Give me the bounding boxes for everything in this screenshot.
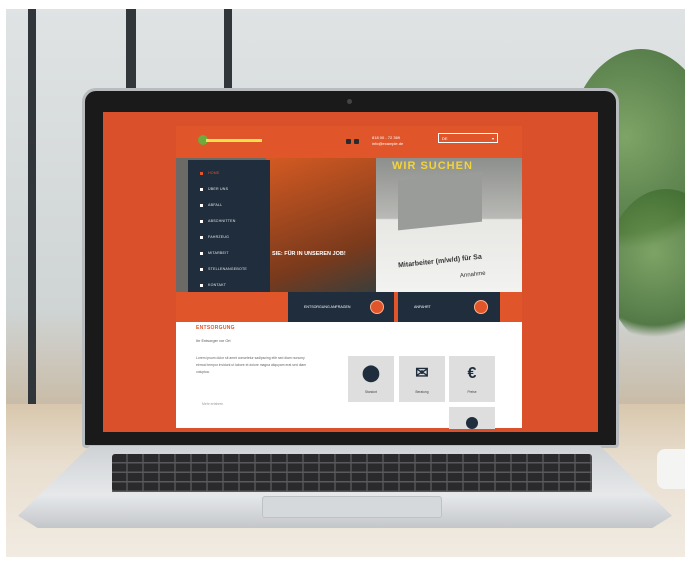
section-title: ENTSORGUNG — [196, 325, 235, 331]
cta-entsorgung-label: ENTSORGUNG ANFRAGEN — [304, 305, 351, 309]
phone-icon[interactable] — [346, 139, 351, 144]
section-body: Lorem ipsum dolor sit amet consetetur sa… — [196, 356, 307, 374]
hero-truck — [266, 158, 376, 292]
chevron-down-icon: ▾ — [491, 136, 494, 141]
nav-item-ueber-uns[interactable]: ÜBER UNS — [200, 187, 266, 194]
language-value: DE — [442, 136, 448, 141]
trackpad — [262, 496, 442, 518]
cta-anfahrt-label: ANFAHRT — [414, 305, 431, 309]
cta-anfahrt[interactable]: ANFAHRT — [398, 292, 500, 322]
nav-item-stellenangebote[interactable]: STELLENANGEBOTE — [200, 267, 266, 274]
nav-item-abfall[interactable]: ABFALL — [200, 203, 266, 210]
bullet-icon — [200, 267, 203, 271]
nav-item-kontakt[interactable]: KONTAKT — [200, 283, 266, 290]
cta-entsorgung[interactable]: ENTSORGUNG ANFRAGEN — [288, 292, 394, 322]
bullet-icon — [200, 171, 203, 175]
nav-item-abschnitten[interactable]: ABSCHNITTEN — [200, 219, 266, 226]
logo-wordmark-bar — [206, 139, 262, 142]
section-subtitle: Ihr Entsorger vor Ort — [196, 339, 231, 343]
tile-beratung[interactable]: ✉ Beratung — [399, 356, 445, 402]
hero-overlay-text: SIE: FÜR IN UNSEREN JOB! — [272, 251, 346, 257]
location-pin-icon: ⬤ — [362, 365, 380, 382]
tile-label: Beratung — [415, 390, 429, 394]
nav-item-home[interactable]: HOME — [200, 171, 266, 178]
hero-banner-text: WIR SUCHEN — [392, 160, 473, 172]
hero-house — [398, 171, 482, 231]
bullet-icon — [200, 219, 203, 223]
bullet-icon — [200, 283, 203, 287]
nav-item-fahrzeug[interactable]: FAHRZEUG — [200, 235, 266, 242]
webcam — [347, 99, 352, 104]
bullet-icon — [200, 203, 203, 207]
mail-icon[interactable] — [354, 139, 359, 144]
keyboard-rows — [112, 454, 592, 492]
clock-icon — [466, 417, 478, 429]
clock-circle-icon — [474, 300, 488, 314]
company-logo[interactable] — [198, 135, 262, 145]
euro-icon: € — [467, 365, 477, 382]
header-social-icons — [346, 139, 362, 144]
contact-email[interactable]: info@example.de — [372, 141, 432, 147]
bullet-icon — [200, 187, 203, 191]
side-navigation — [188, 160, 270, 298]
tile-standort[interactable]: ⬤ Standort — [348, 356, 394, 402]
nav-item-mitarbeit[interactable]: MITARBEIT — [200, 251, 266, 258]
bullet-icon — [200, 251, 203, 255]
arrow-circle-icon — [370, 300, 384, 314]
header-contact: 818 00 - 72 369 info@example.de — [372, 135, 432, 147]
tile-label: Preise — [467, 390, 477, 394]
read-more-link[interactable]: Mehr erfahren — [202, 402, 223, 406]
window-frame-left — [28, 9, 36, 404]
chat-bubbles-icon: ✉ — [415, 365, 429, 382]
language-select[interactable]: DE ▾ — [438, 133, 498, 143]
tile-label: Standort — [364, 390, 378, 394]
cup — [657, 449, 685, 489]
tile-clock[interactable] — [449, 407, 495, 429]
tile-preise[interactable]: € Preise — [449, 356, 495, 402]
bullet-icon — [200, 235, 203, 239]
